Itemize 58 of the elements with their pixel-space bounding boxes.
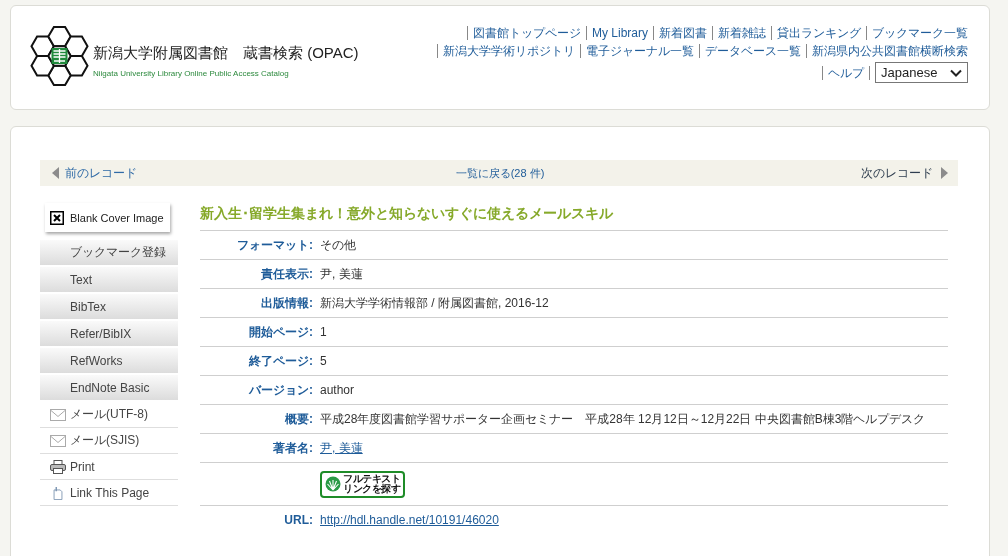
- fulltext-link-button[interactable]: フルテキスト リンクを探す: [320, 470, 405, 498]
- field-value: 新潟大学学術情報部 / 附属図書館, 2016-12: [320, 294, 549, 312]
- field-value: 尹, 美蓮: [320, 265, 363, 283]
- right-triangle-icon: [941, 167, 948, 179]
- chevron-down-icon: [950, 68, 962, 77]
- nav-link[interactable]: 新着図書: [659, 24, 707, 42]
- field-label: 責任表示:: [261, 265, 313, 283]
- field-label: フォーマット:: [237, 236, 313, 254]
- next-record-link[interactable]: 次のレコード: [861, 164, 948, 182]
- field-label: URL:: [284, 513, 313, 527]
- field-link[interactable]: http://hdl.handle.net/10191/46020: [320, 513, 499, 527]
- export-button[interactable]: ブックマーク登録: [40, 240, 178, 265]
- field-value: その他: [320, 236, 356, 254]
- field-label: バージョン:: [249, 381, 313, 399]
- nav-link[interactable]: 新潟県内公共図書館横断検索: [812, 42, 968, 60]
- field-label: 開始ページ:: [249, 323, 313, 341]
- back-to-list-link[interactable]: 一覧に戻る(28 件): [455, 165, 545, 181]
- nav-link[interactable]: My Library: [592, 24, 648, 42]
- round-emblem-icon: [325, 476, 341, 492]
- field-label: 出版情報:: [261, 294, 313, 312]
- envelope-icon: [50, 433, 66, 448]
- sidebar-link[interactable]: Print: [40, 454, 178, 480]
- export-button[interactable]: EndNote Basic: [40, 375, 178, 400]
- envelope-icon: [50, 407, 66, 422]
- export-button[interactable]: Text: [40, 267, 178, 292]
- field-link[interactable]: 尹, 美蓮: [320, 439, 363, 457]
- sidebar-link[interactable]: メール(SJIS): [40, 428, 178, 454]
- site-title: 新潟大学附属図書館 蔵書検索 (OPAC): [93, 44, 359, 62]
- site-subtitle: Niigata University Library Online Public Access Catalog: [93, 69, 290, 79]
- clipboard-icon: [50, 485, 66, 500]
- field-value: 5: [320, 354, 327, 368]
- sidebar-link[interactable]: メール(UTF-8): [40, 402, 178, 428]
- export-button[interactable]: RefWorks: [40, 348, 178, 373]
- field-label: 終了ページ:: [249, 352, 313, 370]
- nav-link[interactable]: 貸出ランキング: [777, 24, 861, 42]
- nav-link[interactable]: データベース一覧: [705, 42, 801, 60]
- previous-record-link[interactable]: 前のレコード: [52, 164, 137, 182]
- cover-alt-text: Blank Cover Image: [70, 211, 164, 224]
- nav-link[interactable]: 新潟大学学術リポジトリ: [443, 42, 575, 60]
- hexagon-logo-icon: [30, 25, 89, 87]
- export-button[interactable]: BibTex: [40, 294, 178, 319]
- record-title: 新入生･留学生集まれ！意外と知らないすぐに使えるメールスキル: [200, 198, 948, 231]
- nav-link[interactable]: ブックマーク一覧: [872, 24, 968, 42]
- nav-link[interactable]: 新着雑誌: [718, 24, 766, 42]
- broken-image-icon: [50, 210, 64, 225]
- field-value: 平成28年度図書館学習サポーター企画セミナー 平成28年 12月12日～12月22日 中央図書館B棟3階ヘルプデスク: [320, 410, 926, 428]
- nav-link[interactable]: 電子ジャーナル一覧: [586, 42, 694, 60]
- language-select[interactable]: Japanese: [875, 62, 968, 83]
- sidebar-link[interactable]: Link This Page: [40, 480, 178, 506]
- field-label: 著者名:: [273, 439, 313, 457]
- nav-link[interactable]: ヘルプ: [828, 63, 864, 82]
- field-value: author: [320, 383, 355, 397]
- field-value: 1: [320, 325, 327, 339]
- printer-icon: [50, 459, 66, 474]
- left-triangle-icon: [52, 167, 59, 179]
- nav-link[interactable]: 図書館トップページ: [473, 24, 581, 42]
- export-button[interactable]: Refer/BibIX: [40, 321, 178, 346]
- field-label: 概要:: [285, 410, 313, 428]
